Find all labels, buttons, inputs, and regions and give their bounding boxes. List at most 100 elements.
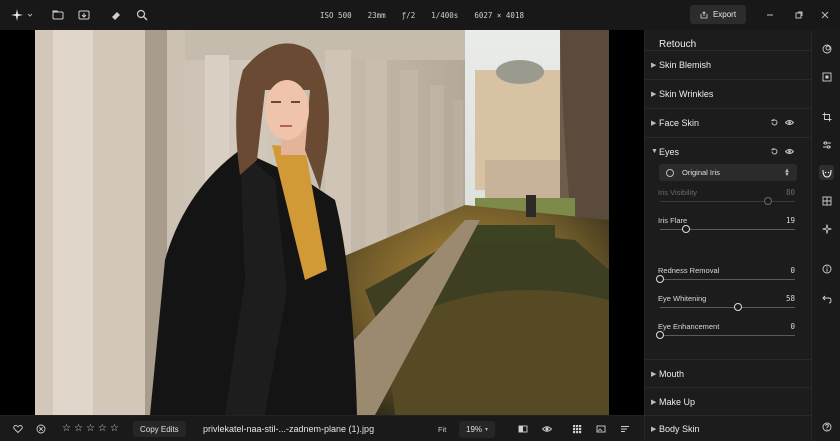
section-face-skin[interactable]: ▶ Face Skin [645, 108, 812, 136]
star-icon[interactable]: ☆ [62, 424, 71, 434]
folder-icon[interactable] [51, 8, 65, 22]
chevron-down-icon[interactable] [27, 8, 33, 22]
export-icon [700, 10, 708, 18]
export-button[interactable]: Export [690, 5, 746, 24]
exif-shutter: 1/400s [431, 10, 459, 20]
zoom-icon[interactable] [135, 8, 149, 22]
exif-dimensions: 6027 × 4018 [474, 10, 524, 20]
single-view-icon[interactable] [596, 416, 606, 441]
section-label: Make Up [659, 396, 696, 407]
fit-button[interactable]: Fit [438, 425, 446, 434]
compare-split-icon[interactable] [518, 416, 528, 441]
retouch-face-icon[interactable] [819, 165, 834, 180]
slider-label: Iris Flare [658, 216, 688, 225]
slider-value: 0 [790, 266, 795, 275]
section-mouth[interactable]: ▶ Mouth [645, 359, 812, 387]
exif-iso: ISO 500 [320, 10, 352, 20]
zoom-select-wrap: 19% ▾ [459, 416, 496, 441]
sort-icon[interactable] [620, 416, 630, 441]
grid-view-icon[interactable] [572, 416, 582, 441]
radio-icon [666, 168, 674, 177]
logo-star-icon[interactable] [10, 8, 24, 22]
slider-value: 58 [785, 294, 795, 303]
chevron-down-icon: ▾ [485, 426, 489, 433]
restore-icon[interactable] [789, 0, 809, 30]
reset-icon[interactable] [770, 118, 779, 127]
toolbar-left-group [10, 0, 149, 30]
reset-icon[interactable] [770, 147, 779, 156]
chevron-right-icon: ▶ [651, 90, 657, 98]
adjust-sliders-icon[interactable] [819, 137, 834, 152]
slider-label: Eye Enhancement [658, 322, 720, 331]
slider-label: Iris Visibility [658, 188, 698, 197]
info-icon[interactable] [819, 261, 834, 276]
star-icon[interactable]: ☆ [74, 424, 83, 434]
slider-eye-whitening[interactable]: Eye Whitening 58 [658, 294, 797, 318]
slider-track[interactable] [660, 229, 795, 230]
slider-knob[interactable] [656, 275, 664, 283]
reject-icon[interactable] [36, 416, 46, 441]
fit-button-wrap: Fit [438, 416, 446, 441]
visibility-eye-icon[interactable] [785, 147, 794, 156]
crop-icon[interactable] [819, 109, 834, 124]
section-label: Face Skin [659, 117, 700, 128]
slider-iris-flare[interactable]: Iris Flare 19 [658, 216, 797, 240]
filename-wrap: privlekatel-naa-stil-...-zadnem-plane (1… [203, 416, 374, 441]
slider-track[interactable] [660, 307, 795, 308]
chevron-right-icon: ▶ [651, 425, 657, 433]
chevron-updown-icon: ▲ ▼ [784, 167, 790, 178]
heart-icon[interactable] [13, 416, 23, 441]
slider-value: 80 [785, 188, 795, 197]
select-icon[interactable] [819, 69, 834, 84]
export-label: Export [712, 10, 737, 19]
bottom-toolbar: ☆ ☆ ☆ ☆ ☆ Copy Edits privlekatel-naa-sti… [0, 415, 644, 441]
slider-knob[interactable] [734, 303, 743, 311]
section-make-up[interactable]: ▶ Make Up [645, 387, 812, 415]
exif-info: ISO 500 23mm ƒ/2 1/400s 6027 × 4018 [320, 0, 524, 30]
close-icon[interactable] [815, 0, 835, 30]
section-label: Body Skin [659, 423, 700, 434]
slider-value: 19 [785, 216, 795, 225]
star-rating: ☆ ☆ ☆ ☆ ☆ [62, 416, 119, 441]
magic-icon[interactable] [819, 221, 834, 236]
slider-iris-visibility[interactable]: Iris Visibility 80 [658, 188, 797, 212]
section-eyes[interactable]: ▼ Eyes [645, 137, 812, 165]
layers-icon[interactable] [819, 41, 834, 56]
undo-icon[interactable] [819, 291, 834, 306]
visibility-eye-icon[interactable] [785, 118, 794, 127]
star-icon[interactable]: ☆ [110, 424, 119, 434]
copy-edits-button[interactable]: Copy Edits [133, 421, 186, 437]
star-icon[interactable]: ☆ [86, 424, 95, 434]
chevron-right-icon: ▶ [651, 61, 657, 69]
grid-icon[interactable] [819, 193, 834, 208]
slider-knob[interactable] [656, 331, 664, 339]
slider-track[interactable] [660, 279, 795, 280]
exif-focal-length: 23mm [367, 10, 386, 20]
section-body-skin[interactable]: ▶ Body Skin [645, 415, 812, 441]
panel-title: Retouch [659, 39, 697, 50]
minimize-icon[interactable] [760, 0, 780, 30]
help-icon[interactable] [819, 419, 834, 434]
slider-track[interactable] [660, 201, 795, 202]
image-canvas[interactable] [0, 30, 644, 415]
zoom-value: 19% [466, 424, 483, 434]
slider-redness-removal[interactable]: Redness Removal 0 [656, 266, 797, 290]
slider-knob[interactable] [764, 197, 772, 205]
slider-eye-enhancement[interactable]: Eye Enhancement 0 [656, 322, 797, 346]
section-skin-blemish[interactable]: ▶ Skin Blemish [645, 50, 812, 78]
image-import-icon[interactable] [77, 8, 91, 22]
slider-track[interactable] [660, 335, 795, 336]
iris-mode-select[interactable]: Original Iris ▲ ▼ [659, 164, 797, 181]
file-name: privlekatel-naa-stil-...-zadnem-plane (1… [203, 424, 375, 434]
zoom-select[interactable]: 19% ▾ [459, 420, 496, 438]
slider-knob[interactable] [681, 225, 690, 233]
section-label: Mouth [659, 368, 685, 379]
section-label: Eyes [659, 146, 680, 157]
chevron-right-icon: ▶ [651, 370, 657, 378]
slider-value: 0 [790, 322, 795, 331]
star-icon[interactable]: ☆ [98, 424, 107, 434]
eraser-icon[interactable] [109, 8, 123, 22]
section-skin-wrinkles[interactable]: ▶ Skin Wrinkles [645, 79, 812, 107]
eye-preview-icon[interactable] [542, 416, 552, 441]
photo-preview[interactable] [35, 30, 609, 415]
